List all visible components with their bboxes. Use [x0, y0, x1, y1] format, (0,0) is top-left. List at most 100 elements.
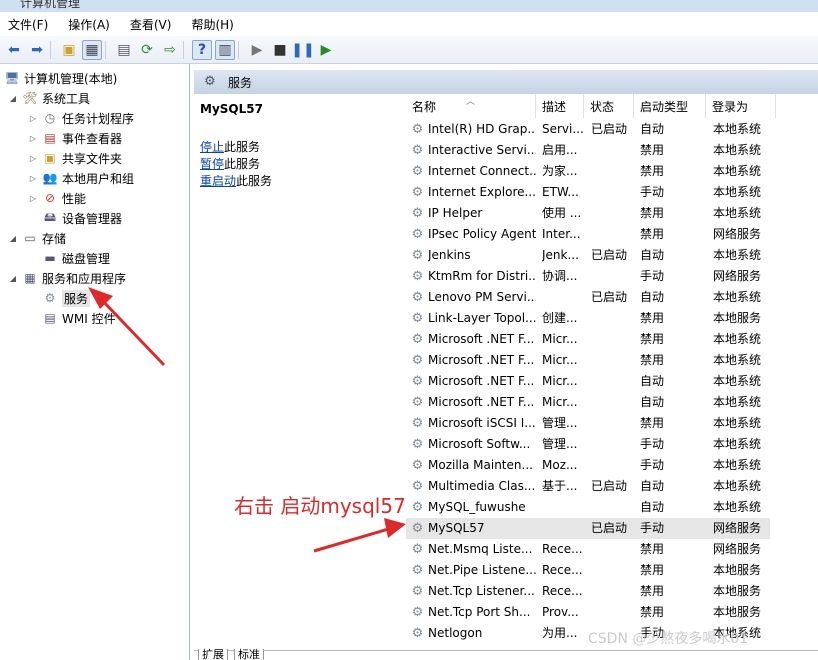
- service-row[interactable]: ⚙ Lenovo PM Servi... 已启动 自动 本地系统: [406, 287, 770, 308]
- service-row[interactable]: ⚙ KtmRm for Distri... 协调... 手动 网络服务: [406, 266, 770, 287]
- up-folder-icon[interactable]: ▣: [59, 40, 79, 60]
- action-pane-icon[interactable]: ▥: [215, 39, 235, 60]
- tab-standard[interactable]: 标准: [234, 649, 264, 660]
- service-description: Rece...: [542, 563, 583, 577]
- service-row[interactable]: ⚙ IP Helper 使用 ... 禁用 本地系统: [406, 203, 770, 224]
- service-row[interactable]: ⚙ Jenkins Jenk... 已启动 自动 本地系统: [406, 245, 770, 266]
- service-name: Net.Msmq Liste...: [428, 542, 533, 556]
- service-gear-icon: ⚙: [411, 332, 424, 347]
- services-apps-icon: ▦: [24, 271, 36, 285]
- tree-disk-management[interactable]: ▬ 磁盘管理: [42, 248, 110, 268]
- tree-event-viewer[interactable]: ▷ ▤ 事件查看器: [28, 128, 122, 148]
- service-gear-icon: ⚙: [411, 542, 424, 557]
- restart-service-link[interactable]: 重启动: [200, 174, 236, 188]
- service-row[interactable]: ⚙ Link-Layer Topol... 创建... 禁用 本地服务: [406, 308, 770, 329]
- tree-services[interactable]: ⚙ 服务: [42, 288, 91, 308]
- tree-device-manager[interactable]: 🖴 设备管理器: [42, 208, 122, 228]
- service-name: MySQL_fuwushe: [428, 500, 526, 514]
- tree-storage[interactable]: ◢ ▭ 存储: [8, 228, 66, 248]
- back-icon[interactable]: ⬅: [4, 40, 24, 60]
- stop-service-link[interactable]: 停止: [200, 140, 224, 154]
- expand-icon[interactable]: ▷: [28, 134, 38, 143]
- column-header-logon[interactable]: 登录为: [706, 94, 776, 118]
- menu-action[interactable]: 操作(A): [68, 16, 110, 33]
- tree-shared-folders[interactable]: ▷ ▣ 共享文件夹: [28, 148, 122, 168]
- service-row[interactable]: ⚙ MySQL_fuwushe 自动 本地系统: [406, 497, 770, 518]
- expand-icon[interactable]: ▷: [28, 194, 38, 203]
- service-startup-type: 自动: [640, 290, 665, 304]
- service-row[interactable]: ⚙ MySQL57 已启动 手动 网络服务: [406, 518, 770, 539]
- service-name: Net.Tcp Listener...: [428, 584, 535, 598]
- service-row[interactable]: ⚙ Microsoft .NET F... Micr... 禁用 本地系统: [406, 350, 770, 371]
- service-status: [591, 140, 635, 161]
- menu-file[interactable]: 文件(F): [8, 16, 48, 33]
- service-name: Microsoft .NET F...: [428, 353, 535, 367]
- service-name: Jenkins: [428, 248, 471, 262]
- service-row[interactable]: ⚙ Microsoft .NET F... Micr... 自动 本地系统: [406, 371, 770, 392]
- service-row[interactable]: ⚙ Microsoft Softw... 管理... 手动 本地系统: [406, 434, 770, 455]
- menu-help[interactable]: 帮助(H): [191, 16, 233, 33]
- tree-root[interactable]: 🖥 计算机管理(本地): [4, 68, 117, 88]
- service-row[interactable]: ⚙ Internet Explore... ETW... 手动 本地系统: [406, 182, 770, 203]
- service-description: Rece...: [542, 584, 583, 598]
- service-row[interactable]: ⚙ Microsoft .NET F... Micr... 自动 本地系统: [406, 392, 770, 413]
- tab-extended[interactable]: 扩展: [198, 649, 228, 660]
- forward-icon[interactable]: ➡: [27, 40, 47, 60]
- tree-services-apps[interactable]: ◢ ▦ 服务和应用程序: [8, 268, 126, 288]
- column-header-startup-type[interactable]: 启动类型: [634, 94, 706, 118]
- collapse-icon[interactable]: ◢: [8, 94, 18, 103]
- show-tree-icon[interactable]: ▦: [82, 39, 102, 60]
- service-gear-icon: ⚙: [411, 164, 424, 179]
- service-name: Interactive Servi...: [428, 143, 536, 157]
- tree-system-tools[interactable]: ◢ 🛠 系统工具: [8, 88, 90, 108]
- start-icon[interactable]: ▶: [247, 40, 267, 60]
- tree-task-scheduler[interactable]: ▷ ◷ 任务计划程序: [28, 108, 134, 128]
- column-header-name[interactable]: 名称 ︿: [406, 94, 536, 118]
- tree-local-users[interactable]: ▷ 👥 本地用户和组: [28, 168, 134, 188]
- services-list: 名称 ︿ 描述 状态 启动类型 登录为 ⚙ Intel(R) HD Grap...…: [406, 94, 818, 650]
- service-status: 已启动: [591, 290, 628, 304]
- pause-icon[interactable]: ❚❚: [291, 40, 314, 60]
- service-row[interactable]: ⚙ Multimedia Clas... 基于... 已启动 自动 本地系统: [406, 476, 770, 497]
- service-description: Inter...: [542, 227, 581, 241]
- export-icon[interactable]: ⇨: [160, 40, 180, 60]
- service-description: 创建...: [542, 311, 578, 325]
- service-status: 已启动: [591, 248, 628, 262]
- menu-view[interactable]: 查看(V): [130, 16, 172, 33]
- service-row[interactable]: ⚙ Microsoft .NET F... Micr... 禁用 本地系统: [406, 329, 770, 350]
- help-icon[interactable]: ?: [192, 39, 212, 60]
- action-suffix: 此服务: [224, 140, 261, 154]
- collapse-icon[interactable]: ◢: [8, 274, 18, 283]
- service-row[interactable]: ⚙ Mozilla Mainten... Moz... 手动 本地系统: [406, 455, 770, 476]
- tree-performance[interactable]: ▷ ⊘ 性能: [28, 188, 86, 208]
- resume-icon[interactable]: ▶: [316, 40, 336, 60]
- column-header-description[interactable]: 描述: [536, 94, 584, 118]
- service-name: Microsoft .NET F...: [428, 395, 535, 409]
- stop-icon[interactable]: ■: [270, 40, 290, 60]
- toolbar-separator: [183, 40, 189, 59]
- expand-icon[interactable]: ▷: [28, 174, 38, 183]
- properties-icon[interactable]: ▤: [114, 40, 134, 60]
- pause-service-link[interactable]: 暂停: [200, 157, 224, 171]
- service-gear-icon: ⚙: [411, 185, 424, 200]
- service-row[interactable]: ⚙ Intel(R) HD Grap... Servi... 已启动 自动 本地系统: [406, 119, 770, 140]
- refresh-icon[interactable]: ⟳: [137, 40, 157, 60]
- tree-wmi-control[interactable]: ▤ WMI 控件: [42, 308, 115, 328]
- service-description: ETW...: [542, 185, 579, 199]
- service-row[interactable]: ⚙ Microsoft iSCSI I... 管理... 禁用 本地系统: [406, 413, 770, 434]
- expand-icon[interactable]: ▷: [28, 154, 38, 163]
- service-row[interactable]: ⚙ Net.Msmq Liste... Rece... 禁用 网络服务: [406, 539, 770, 560]
- service-row[interactable]: ⚙ IPsec Policy Agent Inter... 禁用 网络服务: [406, 224, 770, 245]
- service-description: Micr...: [542, 353, 578, 367]
- service-row[interactable]: ⚙ Internet Connect... 为家... 禁用 本地系统: [406, 161, 770, 182]
- service-description: Micr...: [542, 332, 578, 346]
- collapse-icon[interactable]: ◢: [8, 234, 18, 243]
- expand-icon[interactable]: ▷: [28, 114, 38, 123]
- service-row[interactable]: ⚙ Net.Tcp Port Sh... Prov... 禁用 本地服务: [406, 602, 770, 623]
- column-header-status[interactable]: 状态: [584, 94, 634, 118]
- services-header-title: 服务: [228, 75, 253, 90]
- service-row[interactable]: ⚙ Net.Tcp Listener... Rece... 禁用 本地服务: [406, 581, 770, 602]
- service-description: Moz...: [542, 458, 578, 472]
- service-row[interactable]: ⚙ Interactive Servi... 启用... 禁用 本地系统: [406, 140, 770, 161]
- service-row[interactable]: ⚙ Net.Pipe Listene... Rece... 禁用 本地服务: [406, 560, 770, 581]
